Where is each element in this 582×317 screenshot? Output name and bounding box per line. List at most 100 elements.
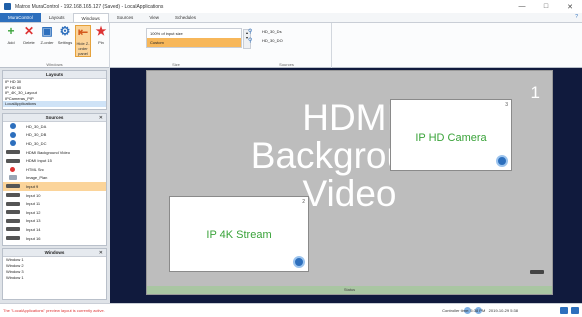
source-item[interactable]: Input 11 <box>3 199 106 208</box>
tab-schedules[interactable]: Schedules <box>167 13 204 22</box>
close-icon[interactable]: ✕ <box>99 114 103 122</box>
source-item[interactable]: Input 16 <box>3 234 106 243</box>
camera-icon <box>496 155 508 167</box>
z-order-icon: ▣ <box>41 24 53 38</box>
hide-z-order-button[interactable]: ⇤ Hide Z-order panel <box>75 25 91 57</box>
z-order-button[interactable]: ▣ Z-order <box>39 24 55 46</box>
source-label: HDMI Input 15 <box>26 158 52 164</box>
source-label: HD_30_DA <box>26 123 47 129</box>
source-label: Input 13 <box>26 218 41 224</box>
hide-z-order-label: Hide Z-order panel <box>76 41 90 56</box>
source-item[interactable]: HTML Src <box>3 165 106 174</box>
source-item[interactable]: Input 2 <box>3 242 106 245</box>
tab-windows[interactable]: Windows <box>72 13 109 22</box>
windows-group: + Add ✕ Delete ▣ Z-order ⚙ Settings ⇤ Hi… <box>0 23 110 68</box>
tab-muracontrol[interactable]: MuraControl <box>0 13 41 22</box>
layout-item-selected[interactable]: LocalApplications <box>3 101 106 107</box>
windows-panel-title: Windows <box>44 250 65 255</box>
decoder-icon <box>6 227 20 232</box>
tab-view[interactable]: View <box>141 13 167 22</box>
window-tile-ip-4k-stream[interactable]: 2 IP 4K Stream <box>169 196 309 272</box>
pin-icon: ★ <box>95 24 107 38</box>
source-item[interactable]: Input 12 <box>3 208 106 217</box>
source-label: Input 16 <box>26 235 41 241</box>
size-group-label: Size <box>172 62 180 67</box>
source-label: Input 10 <box>26 192 41 198</box>
screen-number: 1 <box>530 83 540 102</box>
source-item[interactable]: Input 10 <box>3 191 106 200</box>
source-label: Input 2 <box>26 244 38 245</box>
add-label: Add <box>7 40 15 45</box>
decoder-icon <box>6 244 20 245</box>
tray-icon[interactable] <box>560 307 568 314</box>
close-icon[interactable]: ✕ <box>99 249 103 257</box>
add-button[interactable]: + Add <box>3 24 19 46</box>
layout-canvas[interactable]: HDMI Background Video 1 3 IP HD Camera 2… <box>146 70 553 295</box>
source-label: HD_30_DB <box>26 132 47 138</box>
canvas-status-bar: Status <box>147 286 552 294</box>
source-item[interactable]: HD_30_DC <box>3 139 106 148</box>
z-order-label: Z-order <box>40 40 54 45</box>
pin-label: Pin <box>98 40 104 45</box>
image-icon <box>9 175 17 181</box>
source-item[interactable]: HD_30_DB <box>3 131 106 140</box>
tab-layouts[interactable]: Layouts <box>41 13 73 22</box>
windows-panel-header: Windows ✕ <box>3 249 106 257</box>
window-title: Matrox MuraControl - 192.168.165.127 (Sa… <box>15 3 164 10</box>
add-icon: + <box>7 24 15 38</box>
camera-icon <box>10 131 16 138</box>
title-bar: Matrox MuraControl - 192.168.165.127 (Sa… <box>0 0 582 13</box>
ribbon-source-label: HD_30_DO <box>262 38 283 43</box>
tab-sources[interactable]: Sources <box>109 13 142 22</box>
delete-icon: ✕ <box>23 24 35 38</box>
source-item[interactable]: Input 14 <box>3 225 106 234</box>
decoder-icon <box>530 270 544 274</box>
settings-button[interactable]: ⚙ Settings <box>57 24 73 46</box>
source-label: Input 12 <box>26 209 41 215</box>
minimize-button[interactable]: — <box>510 0 534 13</box>
source-item[interactable]: Image_Plan <box>3 174 106 183</box>
close-button[interactable]: ✕ <box>558 0 582 13</box>
settings-icon: ⚙ <box>59 24 71 38</box>
layouts-panel-title: Layouts <box>3 71 106 79</box>
ribbon-source-label: HD_30_Ds <box>262 29 282 34</box>
size-option-input[interactable]: 100% of input size <box>147 29 241 38</box>
status-message: The "LocalApplications" preview layout i… <box>3 308 105 313</box>
source-label: Image_Plan <box>26 175 48 181</box>
pin-button[interactable]: ★ Pin <box>93 24 109 46</box>
source-label: Input 9 <box>26 183 39 189</box>
maximize-button[interactable]: □ <box>534 0 558 13</box>
size-options-list[interactable]: 100% of input size Custom ▴ ▾ <box>146 28 251 49</box>
decoder-icon <box>6 210 20 215</box>
delete-label: Delete <box>23 40 35 45</box>
decoder-icon <box>6 184 20 189</box>
controller-time-text: Controller time: 5:38 PM <box>442 308 486 313</box>
delete-button[interactable]: ✕ Delete <box>21 24 37 46</box>
sources-panel-header: Sources ✕ <box>3 114 106 122</box>
help-icon[interactable]: ? <box>575 14 578 20</box>
source-item[interactable]: Input 9 <box>3 182 106 191</box>
window-tile-ip-hd-camera[interactable]: 3 IP HD Camera <box>390 99 512 171</box>
html-source-icon <box>10 166 15 172</box>
camera-icon: ⚲ <box>248 29 253 35</box>
status-bar: The "LocalApplications" preview layout i… <box>0 303 582 317</box>
window-item[interactable]: Window 1 <box>3 275 106 281</box>
source-item[interactable]: HDMI Input 15 <box>3 156 106 165</box>
source-item[interactable]: HDMI Background Video <box>3 148 106 157</box>
decoder-icon <box>6 236 20 241</box>
source-label: HDMI Background Video <box>26 149 70 155</box>
ribbon-source-item[interactable]: ⚲ HD_30_DO <box>248 36 326 45</box>
ribbon-sources-list: ⚲ HD_30_Ds ⚲ HD_30_DO <box>248 27 326 45</box>
source-item[interactable]: Input 13 <box>3 217 106 226</box>
hide-panel-icon: ⇤ <box>77 25 89 39</box>
ribbon-tabs: MuraControl Layouts Windows Sources View… <box>0 13 582 23</box>
controller-time: Controller time: 5:38 PM 2019-10-29 5:38 <box>442 308 518 313</box>
sources-group-label: Sources <box>279 62 294 67</box>
system-tray <box>560 307 579 314</box>
sources-panel: Sources ✕ HD_30_DA HD_30_DB HD_30_DC HDMI B… <box>2 113 107 246</box>
size-option-custom[interactable]: Custom <box>147 38 241 47</box>
ribbon-source-item[interactable]: ⚲ HD_30_Ds <box>248 27 326 36</box>
source-label: HD_30_DC <box>26 140 47 146</box>
source-item[interactable]: HD_30_DA <box>3 122 106 131</box>
tray-icon[interactable] <box>571 307 579 314</box>
